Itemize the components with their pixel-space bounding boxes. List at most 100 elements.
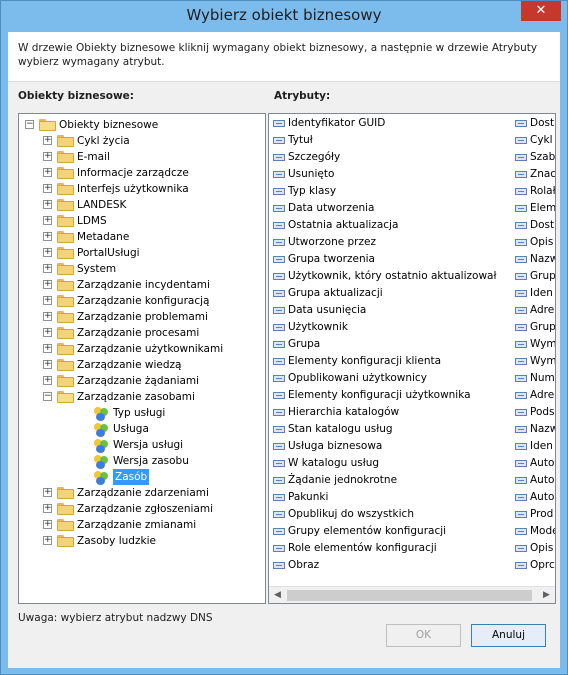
attribute-item[interactable]: Wym — [513, 336, 555, 353]
attribute-item[interactable]: Prod — [513, 506, 555, 523]
expand-icon[interactable]: + — [43, 184, 52, 193]
expand-icon[interactable]: + — [43, 200, 52, 209]
expand-icon[interactable]: + — [43, 168, 52, 177]
attribute-item[interactable]: Oprc — [513, 557, 555, 574]
attribute-item[interactable]: Rolał — [513, 183, 555, 200]
horizontal-scrollbar[interactable]: ◀ ▶ — [269, 586, 555, 603]
expand-icon[interactable]: + — [43, 264, 52, 273]
attribute-item[interactable]: Role elementów konfiguracji — [269, 540, 509, 557]
attribute-item[interactable]: Elem — [513, 200, 555, 217]
attribute-item[interactable]: Iden — [513, 285, 555, 302]
attribute-item[interactable]: Dost — [513, 115, 555, 132]
tree-node[interactable]: Zasób — [19, 469, 265, 485]
attribute-item[interactable]: Auto — [513, 472, 555, 489]
expand-icon[interactable]: + — [43, 296, 52, 305]
expand-icon[interactable]: + — [43, 152, 52, 161]
attribute-item[interactable]: Adre — [513, 387, 555, 404]
attribute-item[interactable]: Hierarchia katalogów — [269, 404, 509, 421]
attribute-item[interactable]: Typ klasy — [269, 183, 509, 200]
expand-icon[interactable]: + — [43, 488, 52, 497]
attribute-item[interactable]: Użytkownik — [269, 319, 509, 336]
attribute-item[interactable]: Opublikowani użytkownicy — [269, 370, 509, 387]
tree-node[interactable]: + System — [19, 261, 265, 277]
attribute-item[interactable]: Opis — [513, 540, 555, 557]
attribute-item[interactable]: Mode — [513, 523, 555, 540]
expand-icon[interactable]: + — [43, 376, 52, 385]
attribute-item[interactable]: Ostatnia aktualizacja — [269, 217, 509, 234]
attribute-item[interactable]: Opublikuj do wszystkich — [269, 506, 509, 523]
attribute-item[interactable]: Nazw — [513, 251, 555, 268]
attribute-item[interactable]: Nazw — [513, 421, 555, 438]
ok-button[interactable]: OK — [386, 624, 461, 647]
attribute-item[interactable]: Stan katalogu usług — [269, 421, 509, 438]
attribute-item[interactable]: Num — [513, 370, 555, 387]
tree-node[interactable]: + E-mail — [19, 149, 265, 165]
attribute-item[interactable]: Data utworzenia — [269, 200, 509, 217]
collapse-icon[interactable]: − — [25, 120, 34, 129]
attribute-item[interactable]: Iden — [513, 438, 555, 455]
expand-icon[interactable]: + — [43, 136, 52, 145]
close-icon[interactable]: ✕ — [521, 1, 561, 21]
expand-icon[interactable]: + — [43, 504, 52, 513]
attribute-item[interactable]: Pods — [513, 404, 555, 421]
attribute-item[interactable]: Grupa tworzenia — [269, 251, 509, 268]
tree-node[interactable]: + Zarządzanie problemami — [19, 309, 265, 325]
attribute-item[interactable]: Usługa biznesowa — [269, 438, 509, 455]
expand-icon[interactable]: + — [43, 216, 52, 225]
tree-node[interactable]: − Zarządzanie zasobami — [19, 389, 265, 405]
attribute-item[interactable]: Obraz — [269, 557, 509, 574]
attribute-item[interactable]: Wym — [513, 353, 555, 370]
scroll-left-icon[interactable]: ◀ — [269, 587, 286, 603]
tree-node[interactable]: Usługa — [19, 421, 265, 437]
attribute-item[interactable]: Użytkownik, który ostatnio aktualizował — [269, 268, 509, 285]
attribute-item[interactable]: Grupy elementów konfiguracji — [269, 523, 509, 540]
attribute-item[interactable]: Grup — [513, 319, 555, 336]
attribute-item[interactable]: Adre — [513, 302, 555, 319]
tree-node[interactable]: + Interfejs użytkownika — [19, 181, 265, 197]
tree-node[interactable]: + Zarządzanie żądaniami — [19, 373, 265, 389]
attribute-item[interactable]: Auto — [513, 489, 555, 506]
attribute-item[interactable]: Pakunki — [269, 489, 509, 506]
attribute-item[interactable]: Utworzone przez — [269, 234, 509, 251]
tree-node[interactable]: + LANDESK — [19, 197, 265, 213]
tree-node[interactable]: Typ usługi — [19, 405, 265, 421]
attribute-item[interactable]: Elementy konfiguracji użytkownika — [269, 387, 509, 404]
attribute-item[interactable]: Żądanie jednokrotne — [269, 472, 509, 489]
expand-icon[interactable]: + — [43, 360, 52, 369]
tree-node[interactable]: + Informacje zarządcze — [19, 165, 265, 181]
expand-icon[interactable]: + — [43, 520, 52, 529]
tree-node[interactable]: + Zarządzanie zdarzeniami — [19, 485, 265, 501]
tree-node[interactable]: + Zarządzanie użytkownikami — [19, 341, 265, 357]
attribute-item[interactable]: W katalogu usług — [269, 455, 509, 472]
expand-icon[interactable]: + — [43, 312, 52, 321]
tree-node[interactable]: − Obiekty biznesowe — [19, 117, 265, 133]
expand-icon[interactable]: + — [43, 232, 52, 241]
attribute-item[interactable]: Szab — [513, 149, 555, 166]
attribute-item[interactable]: Grup — [513, 268, 555, 285]
business-objects-tree[interactable]: − Obiekty biznesowe + Cykl życia + E-mail + Inf… — [18, 113, 266, 604]
expand-icon[interactable]: + — [43, 328, 52, 337]
scroll-right-icon[interactable]: ▶ — [538, 587, 555, 603]
tree-node[interactable]: + Cykl życia — [19, 133, 265, 149]
tree-node[interactable]: + LDMS — [19, 213, 265, 229]
tree-node[interactable]: + Metadane — [19, 229, 265, 245]
attribute-item[interactable]: Usunięto — [269, 166, 509, 183]
expand-icon[interactable]: + — [43, 248, 52, 257]
tree-node[interactable]: + Zarządzanie incydentami — [19, 277, 265, 293]
attribute-item[interactable]: Szczegóły — [269, 149, 509, 166]
tree-node[interactable]: Wersja zasobu — [19, 453, 265, 469]
expand-icon[interactable]: + — [43, 536, 52, 545]
collapse-icon[interactable]: − — [43, 392, 52, 401]
attribute-item[interactable]: Dost — [513, 217, 555, 234]
attribute-item[interactable]: Grupa aktualizacji — [269, 285, 509, 302]
tree-node[interactable]: + Zarządzanie zgłoszeniami — [19, 501, 265, 517]
attribute-item[interactable]: Opis — [513, 234, 555, 251]
attribute-item[interactable]: Cykl — [513, 132, 555, 149]
attribute-item[interactable]: Data usunięcia — [269, 302, 509, 319]
expand-icon[interactable]: + — [43, 344, 52, 353]
tree-node[interactable]: + Zarządzanie procesami — [19, 325, 265, 341]
attribute-item[interactable]: Tytuł — [269, 132, 509, 149]
attribute-item[interactable]: Auto — [513, 455, 555, 472]
tree-node[interactable]: + Zarządzanie konfiguracją — [19, 293, 265, 309]
attribute-item[interactable]: Znac — [513, 166, 555, 183]
